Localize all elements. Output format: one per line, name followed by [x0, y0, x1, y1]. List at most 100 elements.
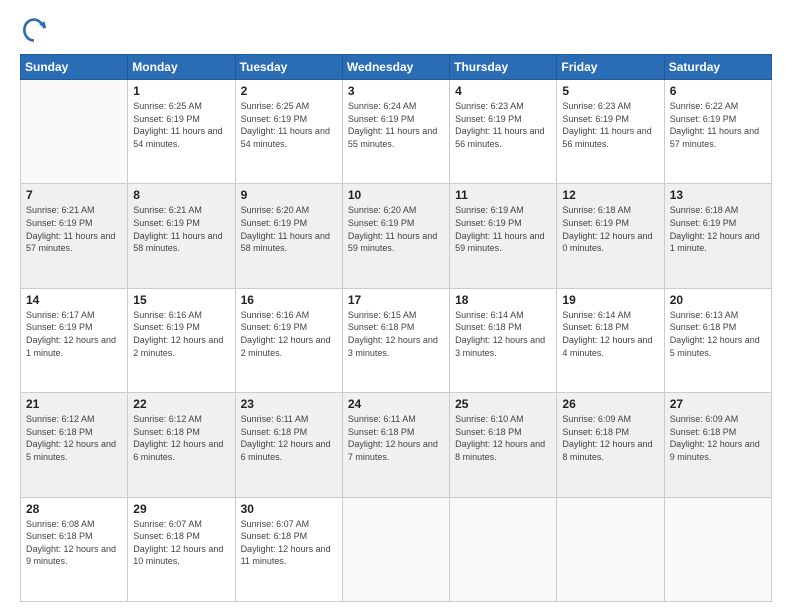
- day-number: 2: [241, 84, 337, 98]
- calendar-cell: 20Sunrise: 6:13 AMSunset: 6:18 PMDayligh…: [664, 288, 771, 392]
- day-number: 10: [348, 188, 444, 202]
- day-number: 4: [455, 84, 551, 98]
- day-info: Sunrise: 6:12 AMSunset: 6:18 PMDaylight:…: [26, 413, 122, 463]
- weekday-header: Saturday: [664, 55, 771, 80]
- calendar-cell: 15Sunrise: 6:16 AMSunset: 6:19 PMDayligh…: [128, 288, 235, 392]
- calendar-cell: 28Sunrise: 6:08 AMSunset: 6:18 PMDayligh…: [21, 497, 128, 601]
- day-info: Sunrise: 6:07 AMSunset: 6:18 PMDaylight:…: [133, 518, 229, 568]
- day-number: 22: [133, 397, 229, 411]
- day-info: Sunrise: 6:12 AMSunset: 6:18 PMDaylight:…: [133, 413, 229, 463]
- weekday-header: Sunday: [21, 55, 128, 80]
- calendar-cell: 23 Sunrise: 6:11 AMSunset: 6:18 PMDayligh…: [235, 393, 342, 497]
- calendar-cell: 18 Sunrise: 6:14 AMSunset: 6:18 PMDayligh…: [450, 288, 557, 392]
- calendar-cell: 5Sunrise: 6:23 AMSunset: 6:19 PMDaylight…: [557, 80, 664, 184]
- day-number: 8: [133, 188, 229, 202]
- day-info: Sunrise: 6:23 AMSunset: 6:19 PMDaylight:…: [455, 100, 551, 150]
- day-number: 27: [670, 397, 766, 411]
- day-number: 6: [670, 84, 766, 98]
- calendar-cell: 24Sunrise: 6:11 AMSunset: 6:18 PMDayligh…: [342, 393, 449, 497]
- calendar-week-row: 14 Sunrise: 6:17 AMSunset: 6:19 PMDayligh…: [21, 288, 772, 392]
- day-info: Sunrise: 6:18 AMSunset: 6:19 PMDaylight:…: [562, 204, 658, 254]
- day-number: 11: [455, 188, 551, 202]
- calendar-cell: [342, 497, 449, 601]
- calendar-cell: 22 Sunrise: 6:12 AMSunset: 6:18 PMDayligh…: [128, 393, 235, 497]
- day-number: 24: [348, 397, 444, 411]
- day-number: 9: [241, 188, 337, 202]
- day-number: 19: [562, 293, 658, 307]
- calendar-cell: 29 Sunrise: 6:07 AMSunset: 6:18 PMDayligh…: [128, 497, 235, 601]
- calendar-cell: 30Sunrise: 6:07 AMSunset: 6:18 PMDayligh…: [235, 497, 342, 601]
- calendar-cell: 11 Sunrise: 6:19 AMSunset: 6:19 PMDayligh…: [450, 184, 557, 288]
- day-number: 16: [241, 293, 337, 307]
- weekday-header: Tuesday: [235, 55, 342, 80]
- calendar-week-row: 28Sunrise: 6:08 AMSunset: 6:18 PMDayligh…: [21, 497, 772, 601]
- day-number: 20: [670, 293, 766, 307]
- day-info: Sunrise: 6:09 AMSunset: 6:18 PMDaylight:…: [562, 413, 658, 463]
- day-info: Sunrise: 6:24 AMSunset: 6:19 PMDaylight:…: [348, 100, 444, 150]
- day-number: 26: [562, 397, 658, 411]
- day-info: Sunrise: 6:22 AMSunset: 6:19 PMDaylight:…: [670, 100, 766, 150]
- calendar-cell: 3 Sunrise: 6:24 AMSunset: 6:19 PMDaylight…: [342, 80, 449, 184]
- day-number: 29: [133, 502, 229, 516]
- calendar-cell: 6 Sunrise: 6:22 AMSunset: 6:19 PMDaylight…: [664, 80, 771, 184]
- day-info: Sunrise: 6:09 AMSunset: 6:18 PMDaylight:…: [670, 413, 766, 463]
- day-info: Sunrise: 6:23 AMSunset: 6:19 PMDaylight:…: [562, 100, 658, 150]
- day-info: Sunrise: 6:19 AMSunset: 6:19 PMDaylight:…: [455, 204, 551, 254]
- header: [20, 16, 772, 44]
- day-number: 17: [348, 293, 444, 307]
- day-number: 14: [26, 293, 122, 307]
- calendar-cell: 17 Sunrise: 6:15 AMSunset: 6:18 PMDayligh…: [342, 288, 449, 392]
- day-info: Sunrise: 6:20 AMSunset: 6:19 PMDaylight:…: [348, 204, 444, 254]
- calendar-table: SundayMondayTuesdayWednesdayThursdayFrid…: [20, 54, 772, 602]
- day-info: Sunrise: 6:17 AMSunset: 6:19 PMDaylight:…: [26, 309, 122, 359]
- day-number: 15: [133, 293, 229, 307]
- day-info: Sunrise: 6:07 AMSunset: 6:18 PMDaylight:…: [241, 518, 337, 568]
- calendar-cell: 13 Sunrise: 6:18 AMSunset: 6:19 PMDayligh…: [664, 184, 771, 288]
- day-number: 25: [455, 397, 551, 411]
- calendar-cell: 26 Sunrise: 6:09 AMSunset: 6:18 PMDayligh…: [557, 393, 664, 497]
- calendar-week-row: 21 Sunrise: 6:12 AMSunset: 6:18 PMDayligh…: [21, 393, 772, 497]
- calendar-week-row: 1 Sunrise: 6:25 AMSunset: 6:19 PMDaylight…: [21, 80, 772, 184]
- calendar-cell: 8 Sunrise: 6:21 AMSunset: 6:19 PMDaylight…: [128, 184, 235, 288]
- calendar-cell: 4 Sunrise: 6:23 AMSunset: 6:19 PMDaylight…: [450, 80, 557, 184]
- weekday-header: Friday: [557, 55, 664, 80]
- day-info: Sunrise: 6:21 AMSunset: 6:19 PMDaylight:…: [133, 204, 229, 254]
- day-info: Sunrise: 6:25 AMSunset: 6:19 PMDaylight:…: [241, 100, 337, 150]
- day-number: 13: [670, 188, 766, 202]
- calendar-cell: 21 Sunrise: 6:12 AMSunset: 6:18 PMDayligh…: [21, 393, 128, 497]
- calendar-cell: [21, 80, 128, 184]
- calendar-cell: 9 Sunrise: 6:20 AMSunset: 6:19 PMDaylight…: [235, 184, 342, 288]
- calendar-cell: 25 Sunrise: 6:10 AMSunset: 6:18 PMDayligh…: [450, 393, 557, 497]
- calendar-cell: [557, 497, 664, 601]
- calendar-cell: 12 Sunrise: 6:18 AMSunset: 6:19 PMDayligh…: [557, 184, 664, 288]
- calendar-cell: 2 Sunrise: 6:25 AMSunset: 6:19 PMDaylight…: [235, 80, 342, 184]
- weekday-header: Wednesday: [342, 55, 449, 80]
- day-number: 1: [133, 84, 229, 98]
- weekday-header-row: SundayMondayTuesdayWednesdayThursdayFrid…: [21, 55, 772, 80]
- calendar-cell: 7Sunrise: 6:21 AMSunset: 6:19 PMDaylight…: [21, 184, 128, 288]
- day-number: 12: [562, 188, 658, 202]
- day-info: Sunrise: 6:15 AMSunset: 6:18 PMDaylight:…: [348, 309, 444, 359]
- day-info: Sunrise: 6:25 AMSunset: 6:19 PMDaylight:…: [133, 100, 229, 150]
- calendar-cell: 10 Sunrise: 6:20 AMSunset: 6:19 PMDayligh…: [342, 184, 449, 288]
- page: SundayMondayTuesdayWednesdayThursdayFrid…: [0, 0, 792, 612]
- day-number: 7: [26, 188, 122, 202]
- logo-icon: [20, 16, 48, 44]
- day-number: 23: [241, 397, 337, 411]
- calendar-cell: 27 Sunrise: 6:09 AMSunset: 6:18 PMDayligh…: [664, 393, 771, 497]
- day-info: Sunrise: 6:11 AMSunset: 6:18 PMDaylight:…: [241, 413, 337, 463]
- day-number: 18: [455, 293, 551, 307]
- day-info: Sunrise: 6:14 AMSunset: 6:18 PMDaylight:…: [455, 309, 551, 359]
- calendar-cell: [664, 497, 771, 601]
- logo: [20, 16, 52, 44]
- calendar-cell: [450, 497, 557, 601]
- day-number: 3: [348, 84, 444, 98]
- day-info: Sunrise: 6:10 AMSunset: 6:18 PMDaylight:…: [455, 413, 551, 463]
- day-number: 21: [26, 397, 122, 411]
- calendar-cell: 14 Sunrise: 6:17 AMSunset: 6:19 PMDayligh…: [21, 288, 128, 392]
- day-info: Sunrise: 6:16 AMSunset: 6:19 PMDaylight:…: [241, 309, 337, 359]
- day-info: Sunrise: 6:18 AMSunset: 6:19 PMDaylight:…: [670, 204, 766, 254]
- day-info: Sunrise: 6:20 AMSunset: 6:19 PMDaylight:…: [241, 204, 337, 254]
- weekday-header: Thursday: [450, 55, 557, 80]
- calendar-week-row: 7 Sunrise: 6:21 AMSunset: 6:19 PMDaylight…: [21, 184, 772, 288]
